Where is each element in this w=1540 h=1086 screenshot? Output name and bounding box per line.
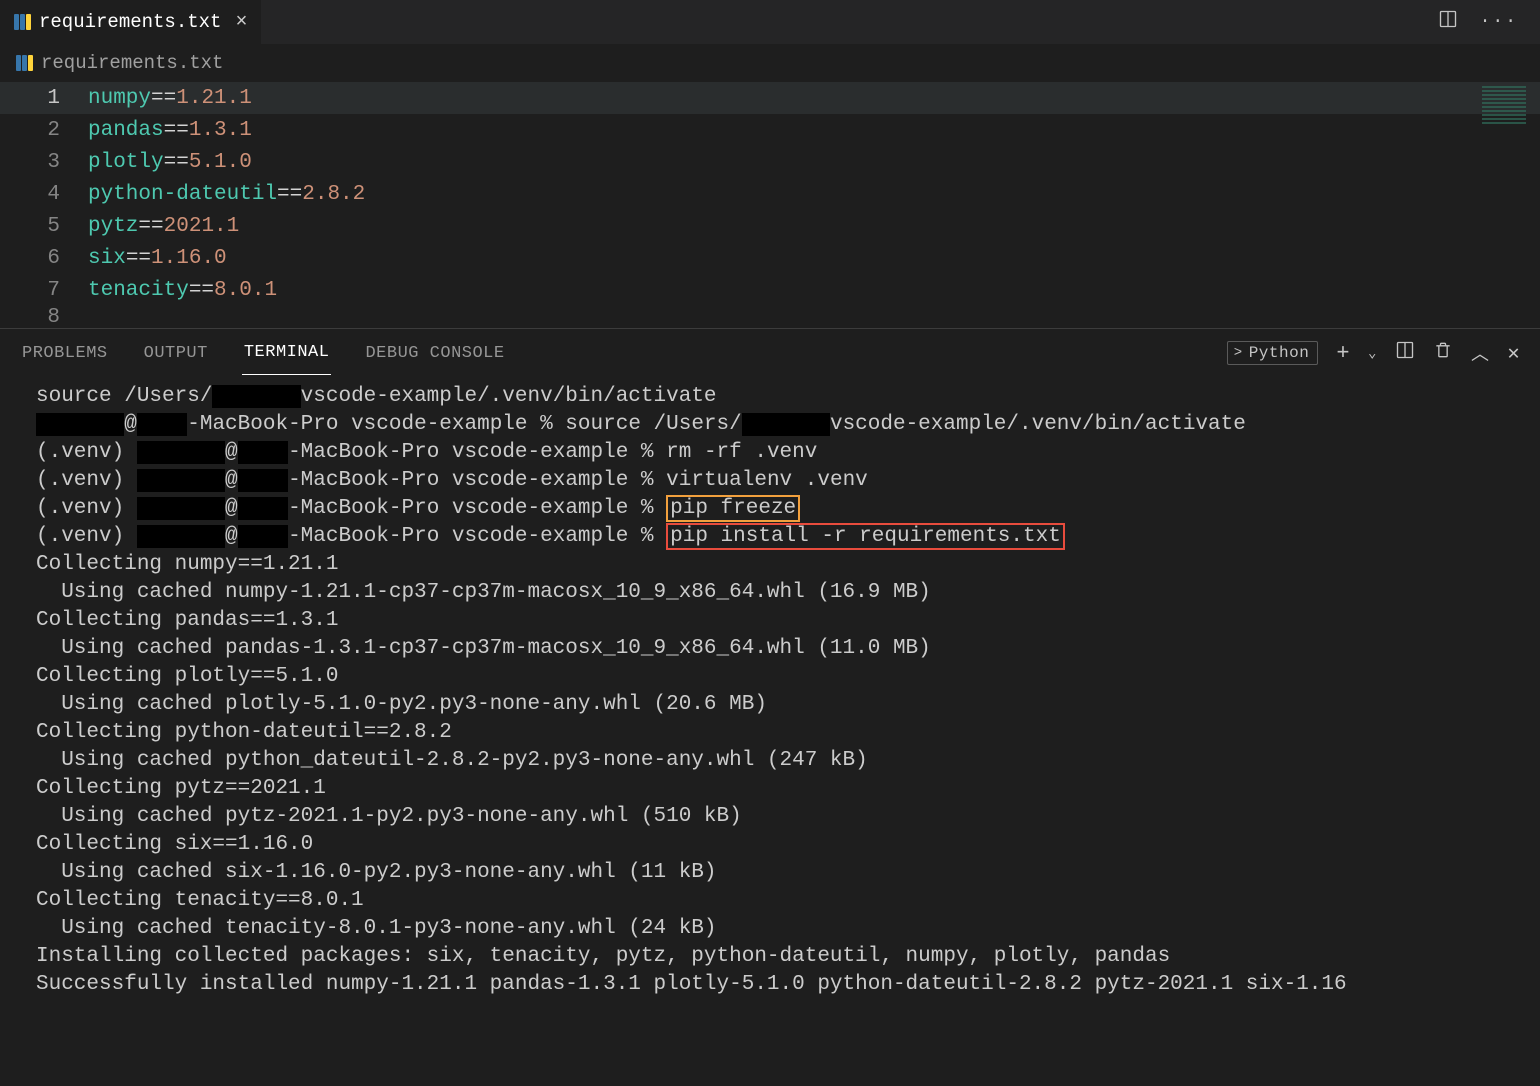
split-terminal-icon[interactable] xyxy=(1395,340,1415,366)
tab-bar-actions: ··· xyxy=(1438,9,1540,35)
tab-terminal[interactable]: TERMINAL xyxy=(242,331,332,375)
editor[interactable]: 1numpy==1.21.12pandas==1.3.13plotly==5.1… xyxy=(0,78,1540,328)
editor-line[interactable]: 2pandas==1.3.1 xyxy=(0,114,1540,146)
new-terminal-icon[interactable]: + xyxy=(1336,341,1350,366)
line-number: 1 xyxy=(0,87,88,110)
tab-problems[interactable]: PROBLEMS xyxy=(20,332,110,375)
breadcrumb[interactable]: requirements.txt xyxy=(0,44,1540,78)
line-number: 7 xyxy=(0,279,88,302)
split-editor-icon[interactable] xyxy=(1438,9,1458,35)
minimap[interactable] xyxy=(1482,86,1526,126)
pip-file-icon xyxy=(14,14,31,30)
close-panel-icon[interactable]: ✕ xyxy=(1507,340,1520,366)
terminal-profile-select[interactable]: > Python xyxy=(1227,341,1319,365)
tab-filename: requirements.txt xyxy=(39,11,221,33)
more-actions-icon[interactable]: ··· xyxy=(1480,12,1518,32)
editor-line[interactable]: 1numpy==1.21.1 xyxy=(0,82,1540,114)
terminal[interactable]: source /Users/XXXXXXXvscode-example/.ven… xyxy=(0,377,1540,1086)
pip-file-icon xyxy=(16,55,33,71)
caret-icon: > xyxy=(1234,345,1243,361)
panel-tab-bar: PROBLEMS OUTPUT TERMINAL DEBUG CONSOLE >… xyxy=(0,329,1540,377)
trash-icon[interactable] xyxy=(1433,340,1453,366)
terminal-profile-label: Python xyxy=(1249,344,1310,362)
line-number: 6 xyxy=(0,247,88,270)
editor-line[interactable]: 7tenacity==8.0.1 xyxy=(0,274,1540,306)
editor-line[interactable]: 5pytz==2021.1 xyxy=(0,210,1540,242)
editor-tab[interactable]: requirements.txt × xyxy=(0,0,262,44)
panel-toolbar: > Python + ⌄ ︿ ✕ xyxy=(1227,340,1520,366)
close-tab-icon[interactable]: × xyxy=(235,11,247,34)
terminal-dropdown-icon[interactable]: ⌄ xyxy=(1368,345,1377,362)
tab-bar: requirements.txt × ··· xyxy=(0,0,1540,44)
line-number: 3 xyxy=(0,151,88,174)
editor-line[interactable]: 6six==1.16.0 xyxy=(0,242,1540,274)
tab-debug-console[interactable]: DEBUG CONSOLE xyxy=(363,332,506,375)
editor-line[interactable]: 4python-dateutil==2.8.2 xyxy=(0,178,1540,210)
bottom-panel: PROBLEMS OUTPUT TERMINAL DEBUG CONSOLE >… xyxy=(0,328,1540,1086)
line-number: 2 xyxy=(0,119,88,142)
breadcrumb-filename: requirements.txt xyxy=(41,52,223,74)
editor-line[interactable]: 3plotly==5.1.0 xyxy=(0,146,1540,178)
tab-output[interactable]: OUTPUT xyxy=(142,332,210,375)
maximize-panel-icon[interactable]: ︿ xyxy=(1471,340,1490,366)
line-number: 4 xyxy=(0,183,88,206)
line-number: 5 xyxy=(0,215,88,238)
editor-line[interactable]: 8 xyxy=(0,306,1540,318)
